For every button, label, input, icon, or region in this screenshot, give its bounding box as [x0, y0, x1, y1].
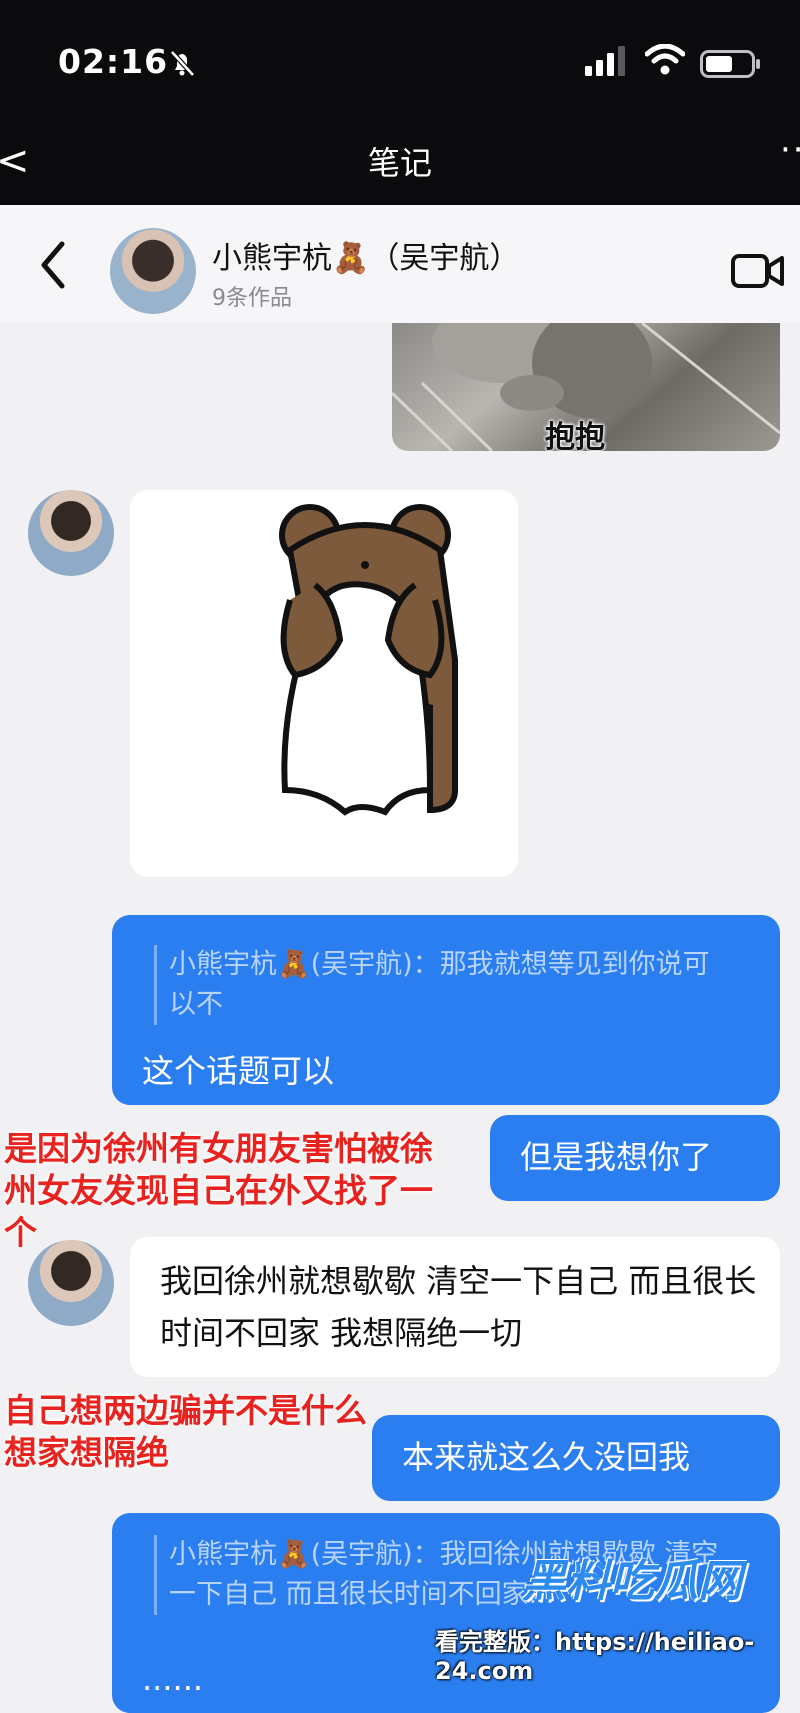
- cat-photo-caption: 抱抱: [545, 420, 605, 455]
- wifi-icon: [645, 44, 685, 75]
- quoted-message: 小熊宇杭🧸(吴宇航)：那我就想等见到你说可以不: [154, 945, 729, 1025]
- outer-more-button[interactable]: ··: [780, 130, 800, 170]
- message-text: 本来就这么久没回我: [402, 1438, 691, 1476]
- contact-works-count[interactable]: 9条作品: [212, 280, 292, 312]
- message-text: 我回徐州就想歇歇 清空一下自己 而且很长时间不回家 我想隔绝一切: [160, 1262, 757, 1352]
- contact-avatar[interactable]: [110, 228, 196, 314]
- red-annotation: 自己想两边骗并不是什么想家想隔绝: [4, 1391, 367, 1472]
- bell-off-icon: [170, 50, 195, 77]
- battery-icon: [700, 50, 760, 78]
- status-time: 02:16: [58, 42, 169, 81]
- outgoing-quote-reply-message[interactable]: 小熊宇杭🧸(吴宇航)：那我就想等见到你说可以不 这个话题可以: [112, 915, 780, 1105]
- red-annotation: 是因为徐州有女朋友害怕被徐州女友发现自己在外又找了一个: [4, 1129, 433, 1252]
- signal-strength-icon: [585, 46, 625, 76]
- incoming-message[interactable]: 我回徐州就想歇歇 清空一下自己 而且很长时间不回家 我想隔绝一切: [130, 1237, 780, 1377]
- message-text: ......: [142, 1660, 204, 1698]
- outgoing-message[interactable]: 本来就这么久没回我: [372, 1415, 780, 1501]
- bear-covering-face-sticker: [279, 504, 458, 816]
- back-chevron-icon[interactable]: [38, 240, 68, 290]
- message-text: 这个话题可以: [142, 1052, 335, 1090]
- watermark-logo: 黑料吃瓜网: [522, 1556, 742, 1607]
- video-call-icon[interactable]: [730, 252, 786, 290]
- contact-name: 小熊宇杭🧸（吴宇航）: [212, 241, 520, 276]
- watermark-url: 看完整版：https://heiliao-24.com: [435, 1628, 755, 1685]
- bear-sticker-message[interactable]: [130, 490, 518, 877]
- outer-page-title: 笔记: [367, 144, 432, 182]
- message-text: 但是我想你了: [520, 1138, 713, 1176]
- outgoing-message[interactable]: 但是我想你了: [490, 1115, 780, 1201]
- sender-avatar[interactable]: [28, 490, 114, 576]
